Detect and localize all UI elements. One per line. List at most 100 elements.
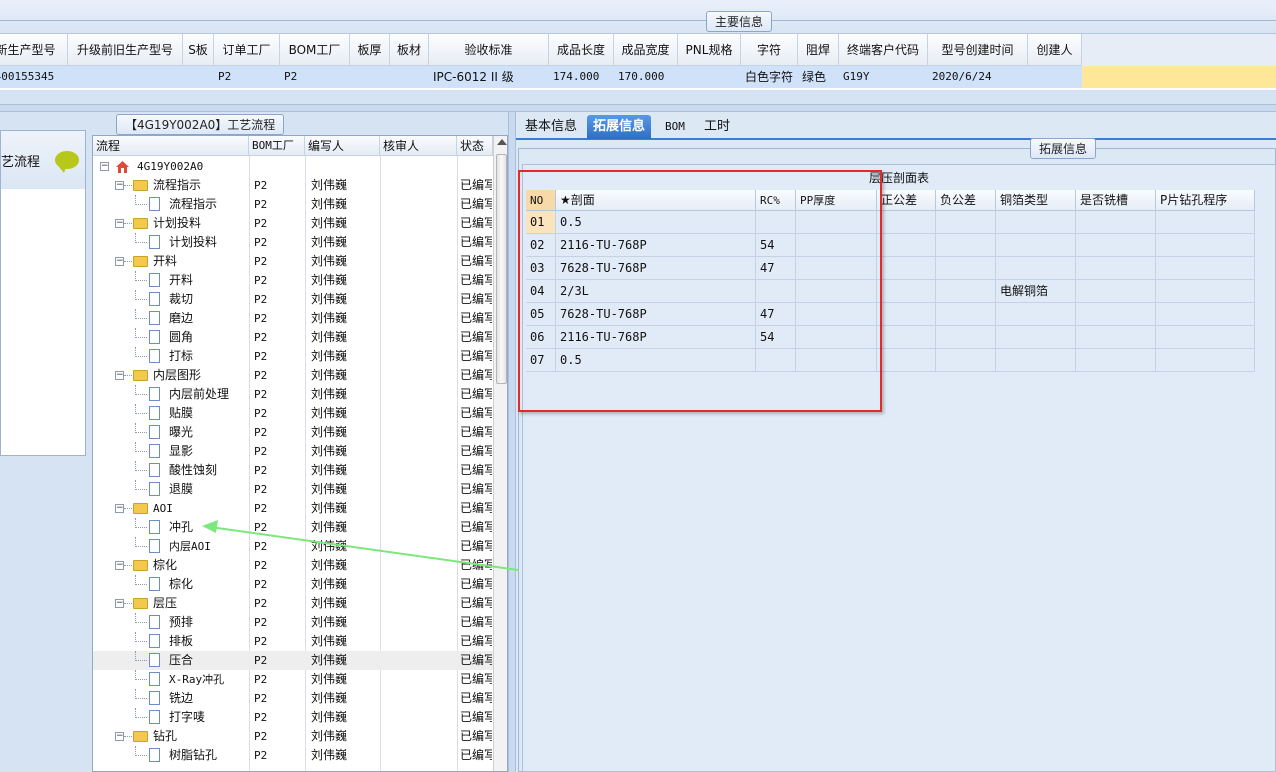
profile-cell[interactable] (1156, 303, 1255, 326)
main-grid-header-cell[interactable]: 成品宽度 (614, 34, 678, 66)
profile-cell[interactable] (996, 303, 1076, 326)
profile-cell[interactable] (1076, 303, 1156, 326)
tree-root-node[interactable]: − 4G19Y002A0 (93, 157, 493, 176)
main-grid-header-cell[interactable]: 创建人 (1028, 34, 1082, 66)
tree-row[interactable]: 开料 P2 刘伟巍 已编写 (93, 271, 493, 290)
profile-cell[interactable] (1076, 349, 1156, 372)
tree-row[interactable]: X-Ray冲孔 P2 刘伟巍 已编写 (93, 670, 493, 689)
tree-row[interactable]: − 流程指示 P2 刘伟巍 已编写 (93, 176, 493, 195)
main-grid-cell[interactable]: 绿色 (798, 66, 839, 88)
profile-column-header[interactable]: 铜箔类型 (996, 190, 1076, 211)
chat-bubble-icon[interactable] (55, 151, 79, 173)
profile-cell[interactable] (1156, 280, 1255, 303)
profile-cell[interactable] (936, 234, 996, 257)
profile-cell[interactable] (877, 349, 936, 372)
horizontal-splitter[interactable] (0, 104, 1276, 112)
tree-row[interactable]: 压合 P2 刘伟巍 已编写 (93, 651, 493, 670)
main-grid-header-cell[interactable]: 升级前旧生产型号 (68, 34, 183, 66)
profile-cell[interactable] (1156, 257, 1255, 280)
profile-cell[interactable] (877, 234, 936, 257)
main-grid-cell[interactable]: P2 (214, 66, 280, 88)
tree-row[interactable]: 打标 P2 刘伟巍 已编写 (93, 347, 493, 366)
profile-cell[interactable] (1076, 211, 1156, 234)
profile-cell[interactable] (1156, 211, 1255, 234)
tree-row[interactable]: 退膜 P2 刘伟巍 已编写 (93, 480, 493, 499)
tree-row[interactable]: 贴膜 P2 刘伟巍 已编写 (93, 404, 493, 423)
tree-row[interactable]: 内层前处理 P2 刘伟巍 已编写 (93, 385, 493, 404)
collapse-icon[interactable]: − (115, 371, 124, 380)
vertical-splitter[interactable] (508, 112, 516, 772)
main-grid-cell[interactable]: 白色字符 (741, 66, 798, 88)
main-grid-header-cell[interactable]: 型号创建时间 (928, 34, 1028, 66)
profile-cell[interactable] (996, 257, 1076, 280)
collapse-icon[interactable]: − (115, 732, 124, 741)
profile-cell[interactable] (877, 280, 936, 303)
tree-row[interactable]: − 开料 P2 刘伟巍 已编写 (93, 252, 493, 271)
main-grid-header-cell[interactable]: 验收标准 (429, 34, 549, 66)
tab-0[interactable]: 基本信息 (519, 115, 583, 139)
scrollbar-thumb[interactable] (496, 154, 507, 384)
tree-column-header[interactable]: BOM工厂 (249, 136, 305, 156)
main-grid-header-cell[interactable]: 订单工厂 (214, 34, 280, 66)
tree-row[interactable]: 计划投料 P2 刘伟巍 已编写 (93, 233, 493, 252)
tree-row[interactable]: 流程指示 P2 刘伟巍 已编写 (93, 195, 493, 214)
main-grid-cell[interactable] (68, 66, 183, 88)
main-grid-header-cell[interactable]: 板厚 (350, 34, 390, 66)
profile-cell[interactable] (936, 326, 996, 349)
profile-cell[interactable] (877, 211, 936, 234)
main-grid-cell[interactable]: IPC-6012 II 级 (429, 66, 549, 88)
profile-cell[interactable] (877, 303, 936, 326)
collapse-icon[interactable]: − (115, 599, 124, 608)
tree-row[interactable]: 预排 P2 刘伟巍 已编写 (93, 613, 493, 632)
scroll-up-icon[interactable] (497, 139, 507, 145)
main-grid-cell[interactable] (350, 66, 390, 88)
profile-cell[interactable] (877, 326, 936, 349)
main-grid-cell[interactable]: 174.000 (549, 66, 614, 88)
profile-cell[interactable] (936, 280, 996, 303)
main-grid-cell[interactable] (390, 66, 429, 88)
tree-column-header[interactable]: 编写人 (305, 136, 380, 156)
tree-column-header[interactable]: 流程 (93, 136, 249, 156)
profile-cell[interactable] (996, 234, 1076, 257)
main-grid-header-cell[interactable]: 终端客户代码 (839, 34, 928, 66)
main-grid-cell[interactable]: 0400155345 (0, 66, 68, 88)
tree-row[interactable]: − 层压 P2 刘伟巍 已编写 (93, 594, 493, 613)
main-grid-cell[interactable]: G19Y (839, 66, 928, 88)
main-grid-header-cell[interactable]: 阻焊 (798, 34, 839, 66)
tree-column-header[interactable]: 状态 (457, 136, 493, 156)
main-grid-cell[interactable]: 170.000 (614, 66, 678, 88)
collapse-icon[interactable]: − (115, 257, 124, 266)
profile-cell[interactable] (1156, 349, 1255, 372)
tree-row[interactable]: − 钻孔 P2 刘伟巍 已编写 (93, 727, 493, 746)
collapse-icon[interactable]: − (115, 181, 124, 190)
main-grid-cell[interactable] (678, 66, 741, 88)
main-grid-header-cell[interactable]: 板材 (390, 34, 429, 66)
main-grid-cell[interactable]: 2020/6/24 (928, 66, 1028, 88)
tab-1[interactable]: 拓展信息 (587, 115, 652, 139)
profile-cell[interactable] (1156, 234, 1255, 257)
tree-row[interactable]: − 计划投料 P2 刘伟巍 已编写 (93, 214, 493, 233)
tree-row[interactable]: 排板 P2 刘伟巍 已编写 (93, 632, 493, 651)
profile-cell[interactable]: 电解铜箔 (996, 280, 1076, 303)
tree-row[interactable]: 打字唛 P2 刘伟巍 已编写 (93, 708, 493, 727)
profile-cell[interactable] (1076, 326, 1156, 349)
profile-cell[interactable] (936, 303, 996, 326)
profile-cell[interactable] (1076, 257, 1156, 280)
collapse-icon[interactable]: − (100, 162, 109, 171)
tree-row[interactable]: 裁切 P2 刘伟巍 已编写 (93, 290, 493, 309)
profile-cell[interactable] (936, 211, 996, 234)
main-grid-header-cell[interactable]: PNL规格 (678, 34, 741, 66)
profile-cell[interactable] (1156, 326, 1255, 349)
collapse-icon[interactable]: − (115, 561, 124, 570)
main-grid-header-cell[interactable]: S板 (183, 34, 214, 66)
main-grid-cell[interactable] (183, 66, 214, 88)
tree-row[interactable]: 显影 P2 刘伟巍 已编写 (93, 442, 493, 461)
tree-row[interactable]: 铣边 P2 刘伟巍 已编写 (93, 689, 493, 708)
collapse-icon[interactable]: − (115, 504, 124, 513)
profile-cell[interactable] (1076, 280, 1156, 303)
tree-row[interactable]: 树脂钻孔 P2 刘伟巍 已编写 (93, 746, 493, 765)
main-grid-header-cell[interactable]: 新生产型号 (0, 34, 68, 66)
main-grid-header-cell[interactable]: 字符 (741, 34, 798, 66)
profile-cell[interactable] (996, 326, 1076, 349)
profile-cell[interactable] (877, 257, 936, 280)
